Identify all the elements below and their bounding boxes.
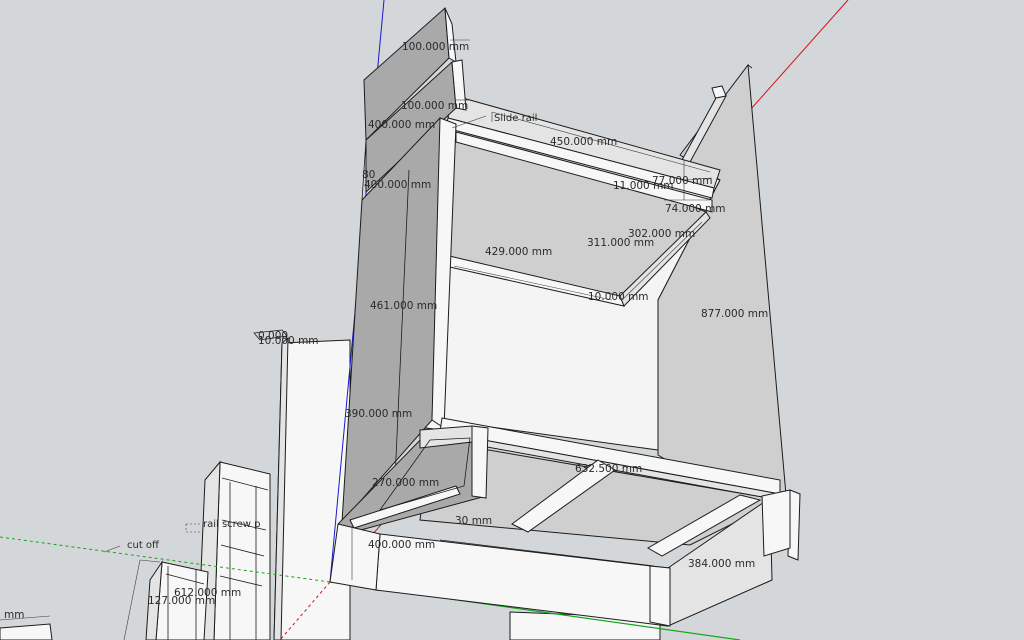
rail-screw-note: rail screw p: [203, 519, 260, 530]
dim-label: 877.000 mm: [701, 308, 768, 320]
dim-label: 450.000 mm: [550, 136, 617, 148]
dim-label: 461.000 mm: [370, 300, 437, 312]
dim-label: 100.000 mm: [401, 100, 468, 112]
dim-label: 127.000 mm: [148, 595, 215, 607]
dim-label: 400.000 mm: [368, 119, 435, 131]
dim-label: 632.500 mm: [575, 463, 642, 475]
dim-label: 384.000 mm: [688, 558, 755, 570]
dim-label: mm: [4, 609, 24, 621]
dim-label: 11.000 mm: [613, 180, 674, 192]
dim-label: 10.000 mm: [258, 335, 319, 347]
dim-label: 100.000 mm: [402, 41, 469, 53]
dim-label: 429.000 mm: [485, 246, 552, 258]
sketchup-3d-viewport[interactable]: 100.000 mm 100.000 mm 400.000 mm 80 400.…: [0, 0, 1024, 640]
dim-label: 30 mm: [455, 515, 492, 527]
dim-label: 74.000 mm: [665, 203, 726, 215]
dim-label: 10.000 mm: [588, 291, 649, 303]
dim-label: 400.000 mm: [364, 179, 431, 191]
cut-off-note: cut off: [127, 540, 160, 551]
slide-rail-note: Slide rail: [494, 113, 537, 124]
dim-label: 311.000 mm: [587, 237, 654, 249]
neighbor-cabinet-drawers[interactable]: [197, 460, 271, 640]
dim-label: 270.000 mm: [372, 477, 439, 489]
dim-label: 400.000 mm: [368, 539, 435, 551]
dim-label: 390.000 mm: [345, 408, 412, 420]
